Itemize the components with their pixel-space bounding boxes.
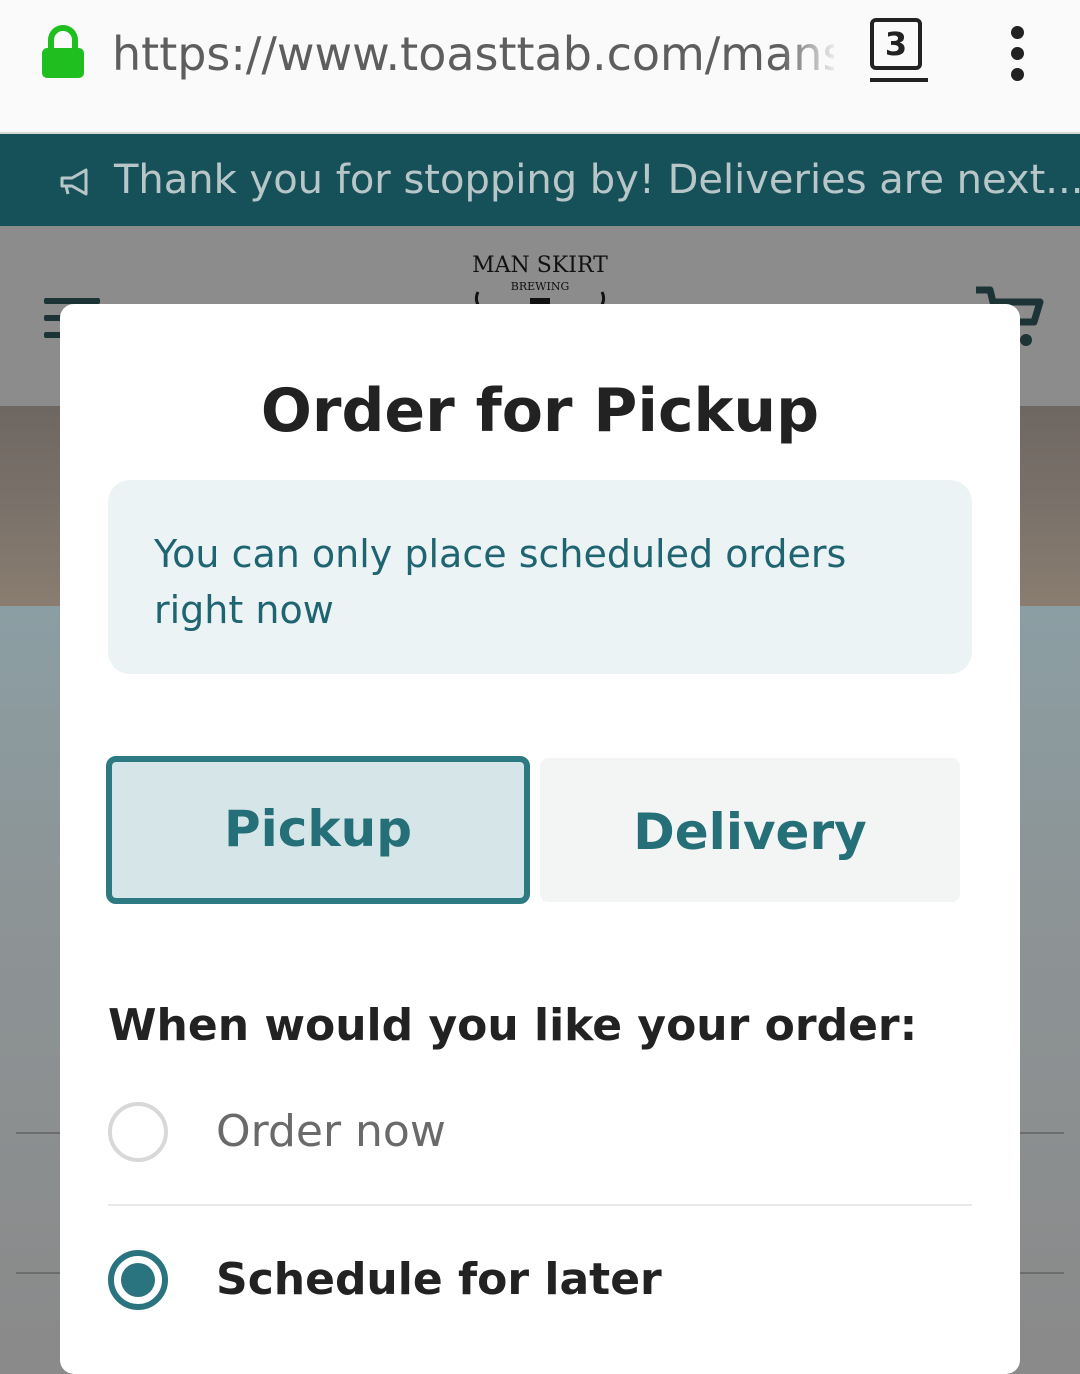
banner-text: Thank you for stopping by! Deliveries ar… [114, 157, 1080, 203]
order-now-label: Order now [216, 1106, 446, 1157]
tab-count: 3 [870, 18, 922, 70]
order-time-label: When would you like your order: [108, 1000, 918, 1051]
pickup-tab[interactable]: Pickup [106, 756, 530, 904]
overflow-menu-icon[interactable] [1004, 26, 1030, 82]
order-mode-modal: Order for Pickup You can only place sche… [60, 304, 1020, 1374]
schedule-later-option[interactable]: Schedule for later [108, 1230, 972, 1330]
logo-name: MAN SKIRT [472, 253, 608, 278]
background-divider [16, 1132, 60, 1134]
order-now-radio[interactable] [108, 1102, 168, 1162]
brand-logo[interactable]: MAN SKIRT BREWING [470, 240, 610, 310]
tabs-icon [870, 78, 928, 82]
logo-sub: BREWING [511, 280, 569, 293]
url-fade [780, 20, 840, 90]
tabs-button[interactable]: 3 [870, 18, 930, 84]
scheduled-orders-notice: You can only place scheduled orders righ… [108, 480, 972, 674]
url-bar[interactable]: https://www.toasttab.com/mansk [112, 26, 834, 86]
lock-icon [42, 25, 84, 78]
option-divider [108, 1204, 972, 1206]
schedule-later-label: Schedule for later [216, 1254, 662, 1305]
order-now-option[interactable]: Order now [108, 1082, 972, 1182]
delivery-tab[interactable]: Delivery [540, 758, 960, 902]
modal-title: Order for Pickup [260, 376, 820, 446]
megaphone-icon [60, 168, 88, 196]
announcement-banner[interactable]: Thank you for stopping by! Deliveries ar… [0, 134, 1080, 226]
background-divider [16, 1272, 60, 1274]
notice-text: You can only place scheduled orders righ… [154, 532, 847, 632]
background-divider [1020, 1132, 1064, 1134]
browser-toolbar: https://www.toasttab.com/mansk 3 [0, 0, 1080, 134]
background-divider [1020, 1272, 1064, 1274]
schedule-later-radio[interactable] [108, 1250, 168, 1310]
